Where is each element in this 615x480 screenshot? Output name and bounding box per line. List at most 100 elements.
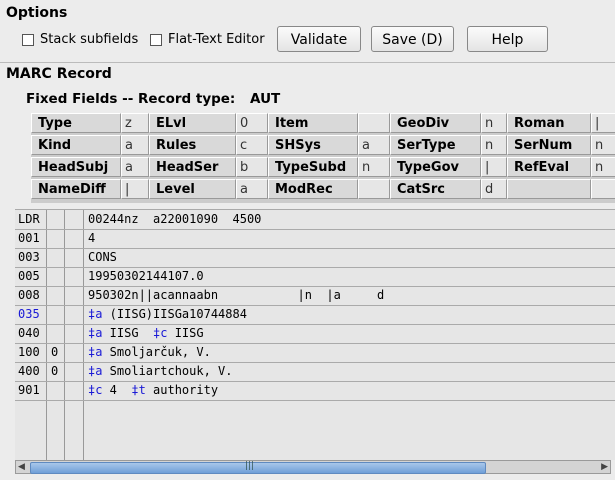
fixed-field-value[interactable]: 0 — [236, 113, 268, 133]
field-data[interactable]: 19950302144107.0 — [88, 267, 204, 286]
subfield-value: Smoliartchouk, V. — [102, 364, 233, 378]
flat-text-editor-checkbox[interactable]: Flat-Text Editor — [150, 32, 265, 47]
field-tag[interactable]: LDR — [18, 210, 40, 229]
field-tag[interactable]: 003 — [18, 248, 40, 267]
marc-fields-grid[interactable]: LDR 00244nz a22001090 4500 001 4 003 CONS 005 1… — [15, 209, 615, 460]
field-data[interactable]: ‡a Smoliartchouk, V. — [88, 362, 233, 381]
fixed-fields-grid: Type z ELvl 0 Item GeoDiv n Roman | Kind a Rules c SH… — [31, 113, 615, 203]
marc-field-row[interactable]: LDR 00244nz a22001090 4500 — [15, 210, 615, 230]
field-tag[interactable]: 035 — [18, 305, 40, 324]
fixed-field-label: Type — [31, 113, 121, 133]
fixed-field-value[interactable]: a — [236, 179, 268, 199]
subfield-code: ‡c — [138, 326, 168, 340]
fixed-field-label: CatSrc — [390, 179, 481, 199]
fixed-field-value[interactable]: a — [358, 135, 390, 155]
fixed-field-value[interactable] — [358, 113, 390, 133]
fixed-field-label: GeoDiv — [390, 113, 481, 133]
validate-button[interactable]: Validate — [277, 26, 361, 52]
marc-field-row[interactable]: 035 ‡a (IISG)IISGa10744884 — [15, 305, 615, 325]
marc-field-row[interactable]: 008 950302n||acannaabn |n |a d — [15, 286, 615, 306]
marc-record-title: MARC Record — [6, 66, 112, 82]
subfield-code: ‡t — [116, 383, 146, 397]
field-tag[interactable]: 100 — [18, 343, 40, 362]
marc-field-row[interactable]: 040 ‡a IISG ‡c IISG — [15, 324, 615, 344]
fixed-field-value[interactable]: b — [236, 157, 268, 177]
fixed-field-label: ModRec — [268, 179, 358, 199]
fixed-field-value[interactable]: n — [591, 157, 615, 177]
field-tag[interactable]: 008 — [18, 286, 40, 305]
marc-field-row[interactable]: 400 0 ‡a Smoliartchouk, V. — [15, 362, 615, 382]
checkbox-icon[interactable] — [150, 33, 162, 46]
fixed-field-label: NameDiff — [31, 179, 121, 199]
scroll-right-arrow-icon[interactable]: ▶ — [601, 461, 608, 473]
fixed-field-label: Rules — [149, 135, 236, 155]
fixed-field-label: TypeGov — [390, 157, 481, 177]
fixed-field-value[interactable]: n — [481, 113, 507, 133]
field-tag[interactable]: 001 — [18, 229, 40, 248]
subfield-code: ‡a — [88, 326, 103, 340]
fixed-field-value[interactable]: c — [236, 135, 268, 155]
fixed-field-label: Item — [268, 113, 358, 133]
save-button[interactable]: Save (D) — [371, 26, 454, 52]
fixed-field-value[interactable]: | — [481, 157, 507, 177]
horizontal-scrollbar[interactable]: ◀ ||| ▶ — [15, 460, 611, 474]
fixed-field-value[interactable] — [591, 179, 615, 199]
field-tag[interactable]: 901 — [18, 381, 40, 400]
fixed-fields-heading: Fixed Fields -- Record type: AUT — [26, 91, 280, 107]
subfield-value: IISG — [167, 326, 204, 340]
indicator-1[interactable]: 0 — [51, 362, 58, 381]
marc-field-row[interactable]: 005 19950302144107.0 — [15, 267, 615, 287]
field-data[interactable]: ‡a (IISG)IISGa10744884 — [88, 305, 247, 324]
stack-subfields-label: Stack subfields — [40, 32, 139, 47]
fixed-field-label: Kind — [31, 135, 121, 155]
subfield-value: authority — [145, 383, 219, 397]
fixed-field-label — [507, 179, 591, 199]
subfield-value: IISG — [102, 326, 139, 340]
field-data[interactable]: ‡c 4 ‡t authority — [88, 381, 218, 400]
help-button[interactable]: Help — [467, 26, 548, 52]
fixed-field-value[interactable]: n — [481, 135, 507, 155]
fixed-field-value[interactable]: z — [121, 113, 149, 133]
field-data[interactable]: ‡a Smoljarčuk, V. — [88, 343, 211, 362]
fixed-field-value[interactable]: | — [121, 179, 149, 199]
fixed-field-label: Roman — [507, 113, 591, 133]
fixed-field-value[interactable]: d — [481, 179, 507, 199]
marc-field-row[interactable]: 003 CONS — [15, 248, 615, 268]
record-type-value: AUT — [250, 91, 281, 107]
fixed-field-label: HeadSer — [149, 157, 236, 177]
fixed-field-value[interactable]: n — [591, 135, 615, 155]
field-tag[interactable]: 400 — [18, 362, 40, 381]
subfield-code: ‡c — [88, 383, 103, 397]
marc-field-row[interactable]: 001 4 — [15, 229, 615, 249]
field-data[interactable]: 950302n||acannaabn |n |a d — [88, 286, 384, 305]
field-data[interactable]: CONS — [88, 248, 117, 267]
fixed-field-value[interactable] — [358, 179, 390, 199]
field-data[interactable]: 00244nz a22001090 4500 — [88, 210, 261, 229]
fixed-fields-title: Fixed Fields -- Record type: — [26, 91, 236, 107]
fixed-field-value[interactable]: a — [121, 135, 149, 155]
fixed-field-value[interactable]: a — [121, 157, 149, 177]
scroll-left-arrow-icon[interactable]: ◀ — [18, 461, 25, 473]
marc-field-row[interactable]: 100 0 ‡a Smoljarčuk, V. — [15, 343, 615, 363]
field-tag[interactable]: 040 — [18, 324, 40, 343]
field-tag[interactable]: 005 — [18, 267, 40, 286]
fixed-field-value[interactable]: n — [358, 157, 390, 177]
fixed-field-label: ELvl — [149, 113, 236, 133]
fixed-field-label: SerType — [390, 135, 481, 155]
field-data[interactable]: ‡a IISG ‡c IISG — [88, 324, 204, 343]
subfield-value: 4 — [102, 383, 117, 397]
field-data[interactable]: 4 — [88, 229, 95, 248]
flat-text-editor-label: Flat-Text Editor — [168, 32, 265, 47]
stack-subfields-checkbox[interactable]: Stack subfields — [22, 32, 138, 47]
fixed-field-value[interactable]: | — [591, 113, 615, 133]
subfield-value: Smoljarčuk, V. — [102, 345, 211, 359]
options-title: Options — [6, 5, 68, 21]
subfield-code: ‡a — [88, 307, 103, 321]
subfield-code: ‡a — [88, 364, 103, 378]
indicator-1[interactable]: 0 — [51, 343, 58, 362]
marc-field-row[interactable]: 901 ‡c 4 ‡t authority — [15, 381, 615, 401]
checkbox-icon[interactable] — [22, 33, 34, 46]
fixed-field-label: Level — [149, 179, 236, 199]
fixed-field-label: RefEval — [507, 157, 591, 177]
scroll-thumb[interactable]: ||| — [30, 461, 486, 474]
